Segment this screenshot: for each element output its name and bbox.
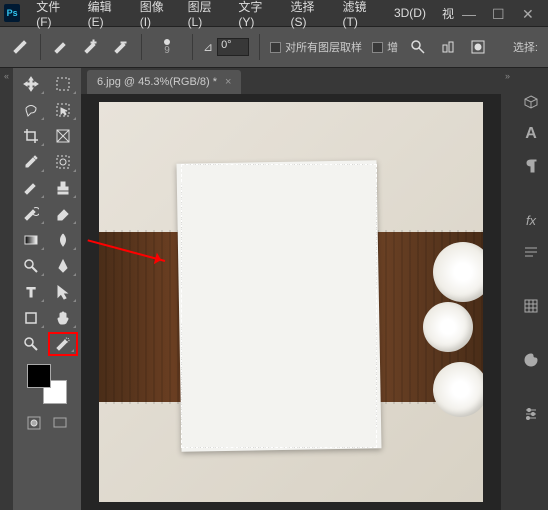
magnify-option-icon[interactable] — [408, 37, 428, 57]
paragraph-panel-icon[interactable] — [521, 156, 541, 176]
separator — [192, 34, 193, 60]
type-tool[interactable]: T — [16, 280, 46, 304]
brush-size-preview[interactable]: 9 — [152, 39, 182, 56]
rotate-option-icon[interactable] — [438, 37, 458, 57]
sample-all-label: 对所有图层取样 — [285, 39, 362, 55]
quick-selection-tool[interactable] — [48, 332, 78, 356]
tool-preset-icon[interactable] — [10, 37, 30, 57]
menu-file[interactable]: 文件(F) — [28, 0, 79, 29]
paragraph-styles-icon[interactable] — [521, 242, 541, 262]
subtract-selection-icon[interactable] — [111, 37, 131, 57]
document-area: 6.jpg @ 45.3%(RGB/8) * × — [81, 68, 501, 510]
menu-bar: Ps 文件(F) 编辑(E) 图像(I) 图层(L) 文字(Y) 选择(S) 滤… — [0, 0, 548, 26]
eraser-tool[interactable] — [48, 202, 78, 226]
right-collapse-strip[interactable]: » — [501, 68, 514, 510]
mask-option-icon[interactable] — [468, 37, 488, 57]
canvas-viewport[interactable] — [81, 94, 501, 510]
enhance-label: 增 — [387, 39, 398, 55]
quickmask-tool[interactable] — [24, 414, 44, 432]
foreground-color[interactable] — [27, 364, 51, 388]
color-panel-icon[interactable] — [521, 350, 541, 370]
path-select-tool[interactable] — [48, 280, 78, 304]
hand-tool[interactable] — [48, 306, 78, 330]
crop-tool[interactable] — [16, 124, 46, 148]
sample-all-checkbox[interactable] — [270, 42, 281, 53]
enhance-checkbox[interactable] — [372, 42, 383, 53]
menu-3d[interactable]: 3D(D) — [386, 6, 434, 20]
paper-sheet — [177, 160, 382, 451]
menu-type[interactable]: 文字(Y) — [230, 0, 282, 29]
history-brush-tool[interactable] — [16, 202, 46, 226]
angle-input[interactable]: 0° — [217, 38, 249, 56]
tab-close-icon[interactable]: × — [225, 76, 231, 88]
blur-tool[interactable] — [48, 228, 78, 252]
cotton-flower — [433, 362, 483, 417]
separator — [141, 34, 142, 60]
brush-size-value: 9 — [164, 45, 170, 56]
menu-view[interactable]: 视 — [434, 5, 462, 22]
menu-image[interactable]: 图像(I) — [132, 0, 180, 29]
document-tab-bar: 6.jpg @ 45.3%(RGB/8) * × — [81, 68, 501, 94]
separator — [40, 34, 41, 60]
svg-text:T: T — [27, 284, 36, 300]
tools-panel: T — [13, 68, 81, 510]
zoom-tool[interactable] — [16, 332, 46, 356]
menu-select[interactable]: 选择(S) — [282, 0, 334, 29]
healing-tool[interactable] — [48, 150, 78, 174]
app-logo: Ps — [4, 4, 20, 22]
marquee-tool[interactable] — [48, 72, 78, 96]
sample-all-layers: 对所有图层取样 — [270, 39, 362, 55]
maximize-button[interactable]: ☐ — [492, 6, 506, 20]
shape-tool[interactable] — [16, 306, 46, 330]
options-bar: 9 ⊿ 0° 对所有图层取样 增 选择: — [0, 26, 548, 68]
menu-edit[interactable]: 编辑(E) — [80, 0, 132, 29]
cotton-flower — [423, 302, 473, 352]
right-panel-dock: A fx — [514, 68, 548, 510]
window-controls: — ☐ ✕ — [462, 6, 544, 20]
menu-filter[interactable]: 滤镜(T) — [335, 0, 386, 29]
document-tab[interactable]: 6.jpg @ 45.3%(RGB/8) * × — [87, 70, 241, 94]
document-tab-label: 6.jpg @ 45.3%(RGB/8) * — [97, 76, 217, 88]
frame-tool[interactable] — [48, 124, 78, 148]
minimize-button[interactable]: — — [462, 6, 476, 20]
enhance-edge: 增 — [372, 39, 398, 55]
styles-panel-icon[interactable]: fx — [521, 210, 541, 230]
separator — [259, 34, 260, 60]
main-area: « T — [0, 68, 548, 510]
lasso-tool[interactable] — [16, 98, 46, 122]
select-subject-label[interactable]: 选择: — [513, 39, 538, 55]
left-collapse-strip[interactable]: « — [0, 68, 13, 510]
dodge-tool[interactable] — [16, 254, 46, 278]
add-selection-icon[interactable] — [51, 37, 71, 57]
add-to-selection-icon[interactable] — [81, 37, 101, 57]
close-button[interactable]: ✕ — [522, 6, 536, 20]
color-swatches[interactable] — [27, 364, 67, 404]
gradient-tool[interactable] — [16, 228, 46, 252]
angle-icon: ⊿ — [203, 40, 213, 54]
brush-tool[interactable] — [16, 176, 46, 200]
menu-layer[interactable]: 图层(L) — [180, 0, 231, 29]
move-tool[interactable] — [16, 72, 46, 96]
3d-panel-icon[interactable] — [521, 92, 541, 112]
object-select-tool[interactable] — [48, 98, 78, 122]
brush-angle: ⊿ 0° — [203, 38, 249, 56]
swatches-panel-icon[interactable] — [521, 296, 541, 316]
pen-tool[interactable] — [48, 254, 78, 278]
eyedropper-tool[interactable] — [16, 150, 46, 174]
character-panel-icon[interactable]: A — [521, 124, 541, 144]
screenmode-tool[interactable] — [50, 414, 70, 432]
canvas-image — [99, 102, 483, 502]
adjustments-panel-icon[interactable] — [521, 404, 541, 424]
stamp-tool[interactable] — [48, 176, 78, 200]
